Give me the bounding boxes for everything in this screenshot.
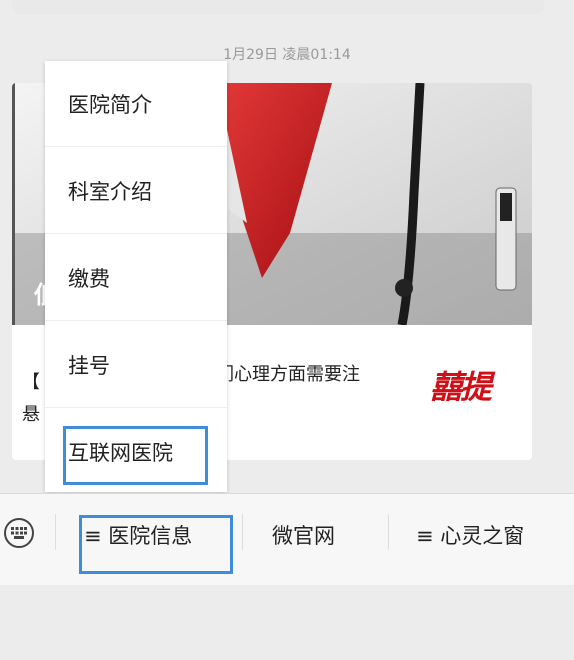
menu-divider: [55, 514, 56, 550]
menu-item-label: 医院简介: [68, 92, 152, 117]
hospital-info-tab-highlight: [79, 515, 233, 574]
menu-item-department-intro[interactable]: 科室介绍: [45, 148, 227, 234]
previous-message-edge: [12, 0, 544, 14]
tab-soul-window[interactable]: ≡ 心灵之窗: [416, 520, 524, 550]
article-desc-fragment: 悬: [22, 404, 40, 425]
menu-item-payment[interactable]: 缴费: [45, 235, 227, 321]
menu-item-hospital-intro[interactable]: 医院简介: [45, 61, 227, 147]
menu-item-registration[interactable]: 挂号: [45, 322, 227, 408]
keyboard-toggle-button[interactable]: [4, 518, 34, 548]
brand-logo: 囍提: [430, 368, 492, 406]
menu-item-label: 挂号: [68, 353, 110, 378]
menu-item-label: 科室介绍: [68, 179, 152, 204]
internet-hospital-highlight: [63, 426, 208, 485]
article-title-fragment: 【: [22, 372, 40, 393]
menu-divider: [242, 514, 243, 550]
menu-item-label: 缴费: [68, 266, 110, 291]
menu-divider: [388, 514, 389, 550]
tab-micro-website[interactable]: 微官网: [272, 520, 335, 550]
keyboard-icon: [11, 527, 27, 539]
